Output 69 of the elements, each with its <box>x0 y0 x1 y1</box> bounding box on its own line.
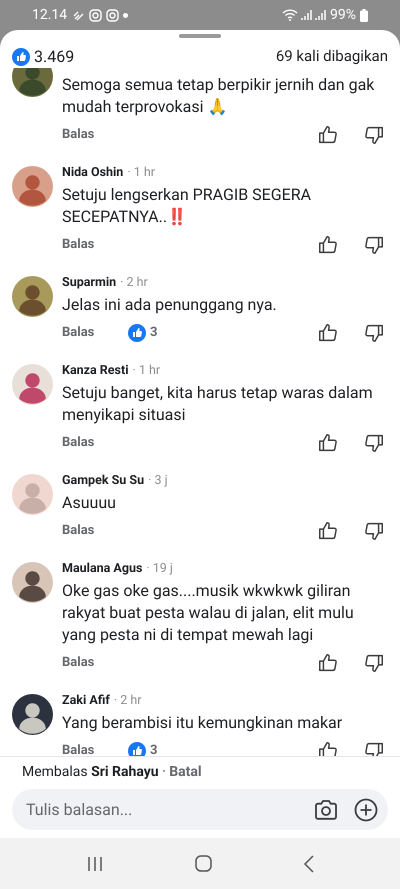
like-count: 3 <box>150 742 158 756</box>
reply-link[interactable]: Balas <box>62 235 128 255</box>
comment-text: Semoga semua tetap berpikir jernih dan gak mudah terprovokasi 🙏 <box>62 74 376 118</box>
recents-icon[interactable] <box>86 856 104 872</box>
reply-link[interactable]: Balas <box>62 653 128 673</box>
battery-icon <box>360 8 368 22</box>
thumbs-down-icon[interactable] <box>363 520 385 542</box>
reply-field[interactable]: Tulis balasan... <box>12 789 388 830</box>
reply-link[interactable]: Balas <box>62 323 128 343</box>
thumbs-up-icon[interactable] <box>317 652 339 674</box>
thumbs-up-icon[interactable] <box>317 124 339 146</box>
thumbs-down-icon[interactable] <box>363 322 385 344</box>
thumbs-down-icon[interactable] <box>363 740 385 756</box>
replying-to-text: Membalas Sri Rahayu · Batal <box>21 763 203 782</box>
cancel-link[interactable]: Batal <box>169 764 202 780</box>
thumbs-up-icon[interactable] <box>317 520 339 542</box>
comment-time: · 3 j <box>148 472 168 490</box>
thumbs-down-icon[interactable] <box>363 234 385 256</box>
thumbs-up-icon[interactable] <box>317 740 339 756</box>
commenter-name[interactable]: Gampek Su Su <box>62 472 144 490</box>
home-icon[interactable] <box>194 855 212 872</box>
thumbs-down-icon[interactable] <box>363 432 385 454</box>
share-count[interactable]: 69 kali dibagikan <box>276 45 388 68</box>
comment-text: Asuuuu <box>62 492 117 514</box>
thumbs-up-icon[interactable] <box>317 322 339 344</box>
thumbs-up-icon[interactable] <box>317 432 339 454</box>
reply-link[interactable]: Balas <box>62 741 128 756</box>
commenter-name[interactable]: Suparmin <box>62 274 116 292</box>
status-time: 12.14 <box>32 6 68 24</box>
thumbs-down-icon[interactable] <box>363 652 385 674</box>
avatar[interactable] <box>12 276 53 317</box>
comment-text: Jelas ini ada penunggang nya. <box>62 294 278 316</box>
dot-icon <box>123 12 128 18</box>
avatar[interactable] <box>12 562 53 603</box>
comment-time: · 1 hr <box>132 362 160 380</box>
reply-link[interactable]: Balas <box>62 125 128 145</box>
comment-text: Yang berambisi itu kemungkinan makar <box>62 712 344 734</box>
like-icon <box>12 48 30 66</box>
commenter-name[interactable]: Nida Oshin <box>62 164 124 182</box>
commenter-name[interactable]: Kanza Resti <box>62 362 129 380</box>
comment-time: · 2 hr <box>120 274 148 292</box>
camera-app-icon <box>89 8 102 22</box>
wifi-icon <box>282 9 298 21</box>
comment-text: Setuju lengserkan PRAGIB SEGERA SECEPATNYA..‼ <box>62 184 312 228</box>
commenter-name[interactable]: Zaki Afif <box>62 692 110 710</box>
comment-time: · 19 j <box>146 560 173 578</box>
comment-time: · 2 hr <box>114 692 142 710</box>
like-count: 3 <box>150 324 158 342</box>
signal-icon <box>315 9 326 21</box>
avatar[interactable] <box>12 68 53 97</box>
thumbs-down-icon[interactable] <box>363 124 385 146</box>
camera-app-icon <box>106 8 120 22</box>
camera-icon[interactable] <box>314 799 338 821</box>
reply-link[interactable]: Balas <box>62 521 128 541</box>
add-icon[interactable] <box>354 798 378 822</box>
avatar[interactable] <box>12 694 53 735</box>
thumbs-up-icon[interactable] <box>317 234 339 256</box>
comment-text: Setuju banget, kita harus tetap waras dalam menyikapi situasi <box>62 382 374 426</box>
battery-percent: 99% <box>330 6 356 24</box>
like-icon <box>128 324 146 342</box>
comment-text: Oke gas oke gas....musik wkwkwk giliran rakyat buat pesta walau di jalan, elit mulu yang pesta ni di tempat mewah lagi <box>62 580 355 646</box>
drag-handle[interactable] <box>179 34 221 38</box>
comment-time: · 1 hr <box>127 164 155 182</box>
reply-link[interactable]: Balas <box>62 433 128 453</box>
back-icon[interactable] <box>302 854 314 872</box>
notification-icon <box>73 9 86 21</box>
signal-icon <box>301 9 312 21</box>
reaction-count[interactable]: 3.469 <box>34 44 74 68</box>
commenter-name[interactable]: Maulana Agus <box>62 560 142 578</box>
